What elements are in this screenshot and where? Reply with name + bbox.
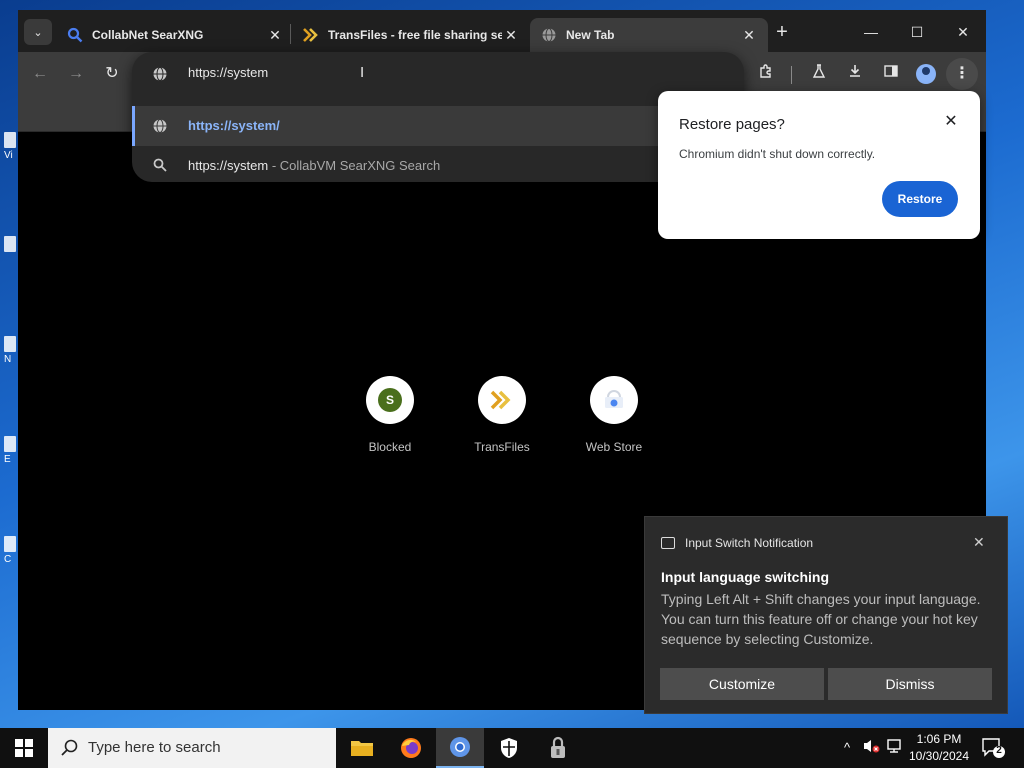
omnibox-suggestion[interactable]: https://system - CollabVM SearXNG Search (132, 146, 744, 186)
forward-button[interactable]: → (62, 62, 90, 86)
maximize-button[interactable]: ☐ (894, 18, 940, 46)
taskbar-search-box[interactable]: Type here to search (48, 728, 336, 768)
shortcut-tile[interactable]: Web Store (564, 376, 664, 454)
shortcut-label: Blocked (368, 440, 412, 454)
omnibox-suggestion[interactable]: https://system/ (132, 106, 744, 146)
reload-button[interactable]: ↻ (98, 62, 126, 86)
globe-icon (540, 26, 558, 44)
file-explorer-icon[interactable] (338, 728, 386, 768)
extensions-icon[interactable] (754, 63, 778, 85)
tab-divider (290, 24, 291, 44)
tab-collabnet-searxng[interactable]: CollabNet SearXNG ✕ (56, 18, 294, 52)
labs-flask-icon[interactable] (807, 63, 831, 85)
shortcut-label: TransFiles (474, 440, 530, 454)
dismiss-button[interactable]: Dismiss (828, 668, 992, 700)
notification-header: Input Switch Notification (685, 536, 814, 550)
download-icon[interactable] (843, 63, 867, 85)
side-panel-icon[interactable] (879, 63, 903, 85)
globe-icon (152, 118, 168, 134)
tab-transfiles[interactable]: TransFiles - free file sharing se ✕ (292, 18, 530, 52)
omnibox-dropdown: https://system I https://system/ https:/… (132, 52, 744, 182)
searxng-magnifier-icon (66, 26, 84, 44)
back-button[interactable]: ← (26, 62, 54, 86)
dialog-message: Chromium didn't shut down correctly. (679, 147, 876, 161)
keyboard-icon (661, 537, 675, 549)
profile-icon[interactable] (916, 64, 936, 84)
tab-close-button[interactable]: ✕ (740, 27, 758, 44)
clock-time: 1:06 PM (916, 732, 962, 746)
firefox-icon[interactable] (387, 728, 435, 768)
web-store-icon (590, 376, 638, 424)
taskbar: Type here to search ^ 1:06 PM 10/30/2024… (0, 728, 1024, 768)
shortcut-tile[interactable]: TransFiles (452, 376, 552, 454)
search-icon (60, 738, 80, 758)
suggestion-description: - CollabVM SearXNG Search (271, 158, 441, 173)
tab-close-button[interactable]: ✕ (266, 27, 284, 44)
notification-count: 2 (996, 745, 1002, 756)
transfiles-chevron-icon (302, 26, 320, 44)
notification-body: Typing Left Alt + Shift changes your inp… (661, 591, 981, 647)
selection-indicator (132, 106, 135, 146)
close-icon[interactable]: ✕ (973, 534, 985, 551)
transfiles-chevron-icon (478, 376, 526, 424)
suggestion-url: https://system/ (188, 118, 280, 133)
tab-close-button[interactable]: ✕ (502, 27, 520, 44)
search-placeholder: Type here to search (88, 739, 221, 756)
notification-title: Input language switching (661, 569, 829, 585)
address-input[interactable]: https://system (188, 65, 268, 80)
start-button[interactable] (0, 728, 48, 768)
clock-date: 10/30/2024 (908, 749, 970, 763)
shortcut-letter-icon: S (378, 388, 402, 412)
close-icon[interactable]: ✕ (942, 113, 960, 131)
tab-search-button[interactable]: ⌄ (24, 19, 52, 45)
tab-title: New Tab (566, 28, 615, 42)
text-cursor-icon: I (360, 64, 365, 81)
new-tab-button[interactable]: + (770, 21, 794, 45)
speaker-muted-icon[interactable] (862, 738, 880, 758)
customize-button[interactable]: Customize (660, 668, 824, 700)
chevron-up-icon[interactable]: ^ (838, 738, 856, 758)
shortcut-tile[interactable]: S Blocked (340, 376, 440, 454)
dialog-title: Restore pages? (679, 116, 785, 133)
chromium-icon[interactable] (436, 728, 484, 768)
security-shield-icon[interactable] (485, 728, 533, 768)
input-switch-notification: Input Switch Notification ✕ Input langua… (644, 516, 1008, 714)
suggestion-query: https://system (188, 158, 269, 173)
restore-pages-dialog: Restore pages? ✕ Chromium didn't shut do… (658, 91, 980, 239)
menu-icon[interactable]: ⋮ (946, 58, 978, 90)
tab-title: CollabNet SearXNG (92, 28, 204, 42)
suggestion-text: https://system - CollabVM SearXNG Search (188, 158, 440, 173)
restore-button[interactable]: Restore (882, 181, 958, 217)
close-window-button[interactable]: ✕ (940, 18, 986, 46)
toolbar-divider (791, 66, 792, 84)
notification-center-icon[interactable]: 2 (980, 736, 1006, 760)
search-icon (152, 158, 168, 174)
shortcut-label: Web Store (585, 440, 643, 454)
windows-logo-icon (15, 739, 33, 757)
shortcut-icon: S (366, 376, 414, 424)
tab-title: TransFiles - free file sharing se (328, 28, 502, 42)
minimize-button[interactable]: — (848, 18, 894, 46)
tab-new-tab[interactable]: New Tab ✕ (530, 18, 768, 52)
tab-strip: ⌄ CollabNet SearXNG ✕ TransFiles - free … (18, 10, 986, 52)
vpn-lock-icon[interactable] (534, 728, 582, 768)
system-clock[interactable]: 1:06 PM 10/30/2024 (902, 731, 976, 765)
globe-icon (152, 66, 168, 82)
